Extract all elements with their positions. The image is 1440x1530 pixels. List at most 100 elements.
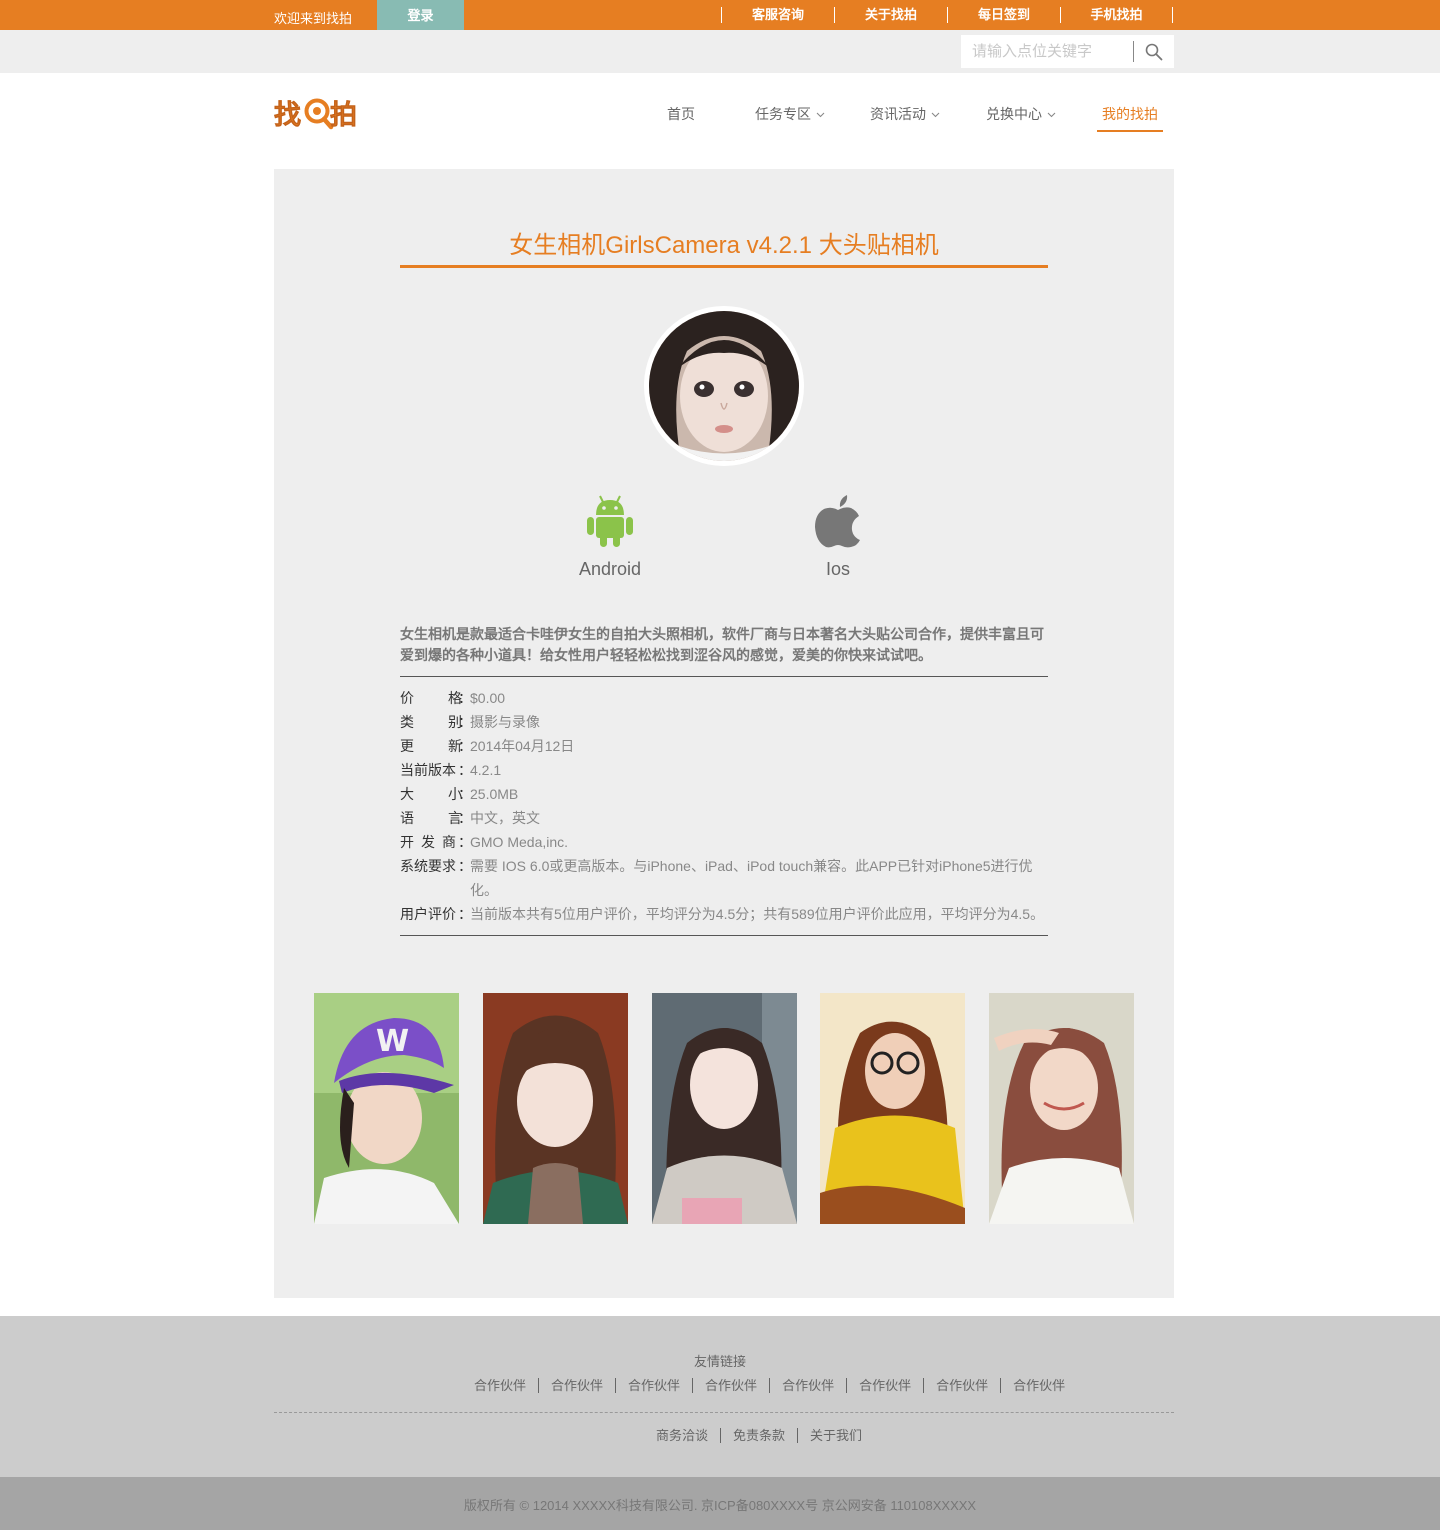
logo-lens-core [313, 107, 321, 115]
chevron-down-icon [816, 112, 825, 118]
screenshot-4[interactable] [820, 993, 965, 1224]
info-key-size-1: 大 [400, 786, 414, 802]
screenshot-gallery: W [314, 993, 1134, 1224]
partner-link[interactable]: 合作伙伴 [693, 1378, 771, 1393]
app-description: 女生相机是款最适合卡哇伊女生的自拍大头照相机，软件厂商与日本著名大头贴公司合作，… [400, 626, 1044, 663]
info-row-requirements: 系统要求 ： 需要 IOS 6.0或更高版本。与iPhone、iPad、iPod… [400, 854, 1048, 902]
app-info-list: 价格 ： $0.00 类别 ： 摄影与录像 更新 ： 2014年04月12日 当… [400, 686, 1048, 926]
partner-link[interactable]: 合作伙伴 [474, 1378, 540, 1393]
screenshot-3-image [652, 993, 797, 1224]
screenshot-2-image [483, 993, 628, 1224]
partner-link[interactable]: 合作伙伴 [1001, 1378, 1077, 1393]
top-link-about[interactable]: 关于找拍 [834, 7, 947, 23]
info-key-developer-1: 开 [400, 834, 414, 850]
partner-link[interactable]: 合作伙伴 [770, 1378, 848, 1393]
info-key-price: 价格 [400, 686, 462, 710]
info-value-version: 4.2.1 [470, 762, 502, 778]
logo-char-2: 拍 [330, 100, 357, 131]
app-detail-panel: 女生相机GirlsCamera v4.2.1 大头贴相机 Android Ios… [274, 169, 1174, 1298]
info-key-updated-1: 更 [400, 738, 414, 754]
screenshot-1-image: W [314, 993, 459, 1224]
info-row-updated: 更新 ： 2014年04月12日 [400, 734, 1048, 758]
partner-links: 合作伙伴 合作伙伴 合作伙伴 合作伙伴 合作伙伴 合作伙伴 合作伙伴 合作伙伴 [474, 1378, 1077, 1393]
screenshot-2[interactable] [483, 993, 628, 1224]
search-strip [0, 30, 1440, 73]
info-key-language-1: 语 [400, 810, 414, 826]
ios-download[interactable]: Ios [793, 494, 883, 580]
link-business[interactable]: 商务洽谈 [656, 1428, 722, 1443]
copyright-bar: 版权所有 © 12014 XXXXX科技有限公司. 京ICP备080XXXX号 … [0, 1477, 1440, 1530]
info-value-requirements: 需要 IOS 6.0或更高版本。与iPhone、iPad、iPod touch兼… [470, 858, 1033, 898]
apple-icon [815, 495, 860, 548]
info-top-divider [400, 676, 1048, 677]
top-links: 客服咨询 关于找拍 每日签到 手机找拍 [721, 7, 1173, 23]
info-value-updated: 2014年04月12日 [470, 738, 575, 754]
info-row-size: 大小 ： 25.0MB [400, 782, 1048, 806]
nav-item-mine[interactable]: 我的找拍 [1097, 100, 1163, 132]
link-disclaimer[interactable]: 免责条款 [721, 1428, 799, 1443]
info-key-size: 大小 [400, 782, 462, 806]
nav-mine-label: 我的找拍 [1102, 106, 1158, 122]
search-divider [1133, 41, 1134, 62]
screenshot-3[interactable] [652, 993, 797, 1224]
info-value-developer: GMO Meda,inc. [470, 834, 569, 850]
info-value-size: 25.0MB [470, 786, 519, 802]
search-icon[interactable] [1144, 42, 1164, 62]
info-row-rating: 用户评价 ： 当前版本共有5位用户评价，平均评分为4.5分；共有589位用户评价… [400, 902, 1048, 926]
screenshot-4-image [820, 993, 965, 1224]
chevron-down-icon [931, 112, 940, 118]
info-key-price-1: 价 [400, 690, 414, 706]
top-link-daily-checkin[interactable]: 每日签到 [947, 7, 1060, 23]
nav-news-label: 资讯活动 [870, 106, 926, 122]
title-underline [400, 265, 1048, 268]
footer-divider [274, 1412, 1174, 1413]
nav-item-news[interactable]: 资讯活动 [870, 100, 940, 132]
search-input[interactable] [961, 35, 1133, 68]
info-value-category: 摄影与录像 [470, 714, 540, 730]
info-row-category: 类别 ： 摄影与录像 [400, 710, 1048, 734]
nav-item-exchange[interactable]: 兑换中心 [986, 100, 1056, 132]
welcome-text: 欢迎来到找拍 [274, 11, 353, 26]
info-row-price: 价格 ： $0.00 [400, 686, 1048, 710]
android-label: Android [578, 559, 642, 579]
svg-text:W: W [376, 1024, 409, 1059]
info-row-developer: 开发商 ： GMO Meda,inc. [400, 830, 1048, 854]
info-value-language: 中文，英文 [470, 810, 540, 826]
footer: 友情链接 合作伙伴 合作伙伴 合作伙伴 合作伙伴 合作伙伴 合作伙伴 合作伙伴 … [0, 1316, 1440, 1477]
partner-link[interactable]: 合作伙伴 [847, 1378, 925, 1393]
top-bar: 欢迎来到找拍 登录 客服咨询 关于找拍 每日签到 手机找拍 [0, 0, 1440, 35]
nav-home-label: 首页 [667, 106, 695, 122]
app-icon-avatar [644, 306, 804, 466]
info-row-language: 语言 ： 中文，英文 [400, 806, 1048, 830]
app-title: 女生相机GirlsCamera v4.2.1 大头贴相机 [509, 232, 939, 259]
search-box [961, 35, 1174, 68]
partner-link[interactable]: 合作伙伴 [616, 1378, 694, 1393]
copyright-text: 版权所有 © 12014 XXXXX科技有限公司. 京ICP备080XXXX号 … [463, 1498, 977, 1513]
android-download[interactable]: Android [565, 494, 655, 580]
screenshot-1[interactable]: W [314, 993, 459, 1224]
avatar-portrait [649, 311, 799, 461]
logo-char-1: 找 [274, 100, 301, 131]
nav-item-home[interactable]: 首页 [667, 100, 695, 132]
partner-link[interactable]: 合作伙伴 [924, 1378, 1002, 1393]
info-row-version: 当前版本 ： 4.2.1 [400, 758, 1048, 782]
info-key-category: 类别 [400, 710, 462, 734]
info-key-developer: 开发商 [400, 830, 456, 854]
top-link-customer-service[interactable]: 客服咨询 [721, 7, 834, 23]
logo[interactable]: 找 拍 [274, 92, 364, 138]
nav-tasks-label: 任务专区 [755, 106, 811, 122]
info-value-rating: 当前版本共有5位用户评价，平均评分为4.5分；共有589位用户评价此应用，平均评… [470, 906, 1045, 922]
top-link-mobile[interactable]: 手机找拍 [1060, 7, 1173, 23]
nav-exchange-label: 兑换中心 [986, 106, 1042, 122]
bottom-links: 商务洽谈 免责条款 关于我们 [656, 1428, 874, 1443]
screenshot-5[interactable] [989, 993, 1134, 1224]
link-about-us[interactable]: 关于我们 [798, 1428, 874, 1443]
screenshot-5-image [989, 993, 1134, 1224]
info-key-category-1: 类 [400, 714, 414, 730]
partner-link[interactable]: 合作伙伴 [539, 1378, 617, 1393]
ios-label: Ios [825, 559, 850, 579]
nav-item-tasks[interactable]: 任务专区 [755, 100, 825, 132]
info-bottom-divider [400, 935, 1048, 936]
android-icon [587, 495, 633, 547]
info-key-developer-3: 商 [442, 834, 456, 850]
